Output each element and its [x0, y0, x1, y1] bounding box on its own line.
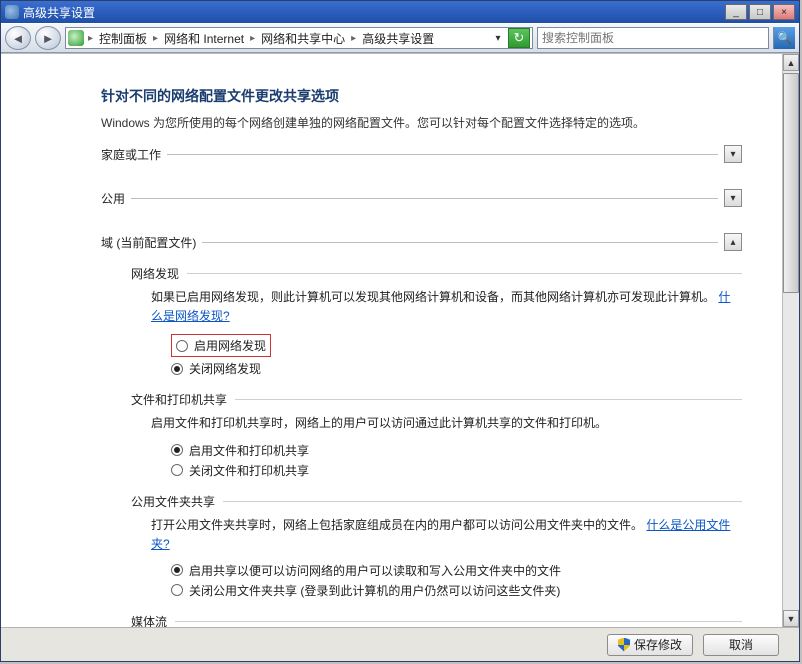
- subsection-public-folder: 公用文件夹共享: [131, 493, 742, 510]
- radio-enable-file-printer[interactable]: [171, 444, 183, 456]
- divider: [223, 501, 742, 502]
- window-frame: 高级共享设置 _ □ × ◄ ► ▸ 控制面板 ▸ 网络和 Internet ▸…: [0, 0, 800, 662]
- subsection-file-printer: 文件和打印机共享: [131, 391, 742, 408]
- radio-label: 启用文件和打印机共享: [189, 442, 309, 459]
- vertical-scrollbar[interactable]: ▲ ▼: [782, 54, 799, 627]
- network-discovery-desc: 如果已启用网络发现，则此计算机可以发现其他网络计算机和设备，而其他网络计算机亦可…: [151, 288, 742, 326]
- section-label: 家庭或工作: [101, 146, 161, 163]
- chevron-right-icon[interactable]: ▸: [248, 33, 257, 44]
- desc-text: 如果已启用网络发现，则此计算机可以发现其他网络计算机和设备，而其他网络计算机亦可…: [151, 290, 715, 304]
- divider: [175, 621, 742, 622]
- chevron-right-icon[interactable]: ▸: [349, 33, 358, 44]
- radio-enable-public-folder[interactable]: [171, 564, 183, 576]
- page-title: 针对不同的网络配置文件更改共享选项: [101, 86, 742, 106]
- section-home-work: 家庭或工作 ▾: [101, 145, 742, 163]
- radio-disable-public-folder[interactable]: [171, 584, 183, 596]
- collapse-button[interactable]: ▴: [724, 233, 742, 251]
- search-box[interactable]: [537, 27, 769, 49]
- radio-label: 关闭网络发现: [189, 360, 261, 377]
- save-button-label: 保存修改: [634, 636, 682, 653]
- divider: [167, 154, 718, 155]
- chevron-right-icon[interactable]: ▸: [151, 33, 160, 44]
- address-bar[interactable]: ▸ 控制面板 ▸ 网络和 Internet ▸ 网络和共享中心 ▸ 高级共享设置…: [65, 27, 533, 49]
- scroll-down-button[interactable]: ▼: [783, 610, 799, 627]
- section-domain: 域 (当前配置文件) ▴: [101, 233, 742, 251]
- radio-label: 关闭文件和打印机共享: [189, 462, 309, 479]
- forward-button[interactable]: ►: [35, 26, 61, 50]
- radio-enable-network-discovery[interactable]: [176, 340, 188, 352]
- search-input[interactable]: [538, 31, 768, 45]
- breadcrumb-2[interactable]: 网络和共享中心: [259, 30, 347, 47]
- network-discovery-options: 启用网络发现 关闭网络发现: [171, 334, 742, 377]
- domain-subsection: 网络发现 如果已启用网络发现，则此计算机可以发现其他网络计算机和设备，而其他网络…: [131, 265, 742, 627]
- title-bar: 高级共享设置 _ □ ×: [1, 1, 799, 23]
- section-label: 域 (当前配置文件): [101, 234, 196, 251]
- divider: [131, 198, 718, 199]
- scroll-track[interactable]: [783, 293, 799, 610]
- scroll-thumb[interactable]: [783, 73, 799, 293]
- address-dropdown[interactable]: ▾: [490, 28, 506, 48]
- divider: [202, 242, 718, 243]
- radio-disable-file-printer[interactable]: [171, 464, 183, 476]
- expand-button[interactable]: ▾: [724, 189, 742, 207]
- window-title: 高级共享设置: [23, 4, 723, 21]
- breadcrumb-1[interactable]: 网络和 Internet: [162, 30, 246, 47]
- scroll-up-button[interactable]: ▲: [783, 54, 799, 71]
- subsection-title: 媒体流: [131, 613, 167, 627]
- maximize-button[interactable]: □: [749, 4, 771, 20]
- radio-label: 启用共享以便可以访问网络的用户可以读取和写入公用文件夹中的文件: [189, 562, 561, 579]
- section-label: 公用: [101, 190, 125, 207]
- expand-button[interactable]: ▾: [724, 145, 742, 163]
- subsection-media: 媒体流: [131, 613, 742, 627]
- radio-label: 关闭公用文件夹共享 (登录到此计算机的用户仍然可以访问这些文件夹): [189, 582, 560, 599]
- file-printer-desc: 启用文件和打印机共享时，网络上的用户可以访问通过此计算机共享的文件和打印机。: [151, 414, 742, 433]
- section-public: 公用 ▾: [101, 189, 742, 207]
- content-area: 针对不同的网络配置文件更改共享选项 Windows 为您所使用的每个网络创建单独…: [1, 53, 799, 627]
- minimize-button[interactable]: _: [725, 4, 747, 20]
- network-icon: [68, 30, 84, 46]
- save-button[interactable]: 保存修改: [607, 634, 693, 656]
- divider: [235, 399, 742, 400]
- shield-icon: [618, 638, 630, 652]
- subsection-title: 网络发现: [131, 265, 179, 282]
- close-button[interactable]: ×: [773, 4, 795, 20]
- highlighted-option: 启用网络发现: [171, 334, 271, 357]
- settings-panel: 针对不同的网络配置文件更改共享选项 Windows 为您所使用的每个网络创建单独…: [1, 54, 782, 627]
- search-button[interactable]: 🔍: [773, 27, 795, 49]
- subsection-network-discovery: 网络发现: [131, 265, 742, 282]
- cancel-button-label: 取消: [729, 636, 753, 653]
- public-folder-options: 启用共享以便可以访问网络的用户可以读取和写入公用文件夹中的文件 关闭公用文件夹共…: [171, 562, 742, 599]
- radio-label: 启用网络发现: [194, 337, 266, 354]
- breadcrumb-0[interactable]: 控制面板: [97, 30, 149, 47]
- nav-bar: ◄ ► ▸ 控制面板 ▸ 网络和 Internet ▸ 网络和共享中心 ▸ 高级…: [1, 23, 799, 53]
- cancel-button[interactable]: 取消: [703, 634, 779, 656]
- refresh-button[interactable]: ↻: [508, 28, 530, 48]
- breadcrumb-3[interactable]: 高级共享设置: [360, 30, 436, 47]
- divider: [187, 273, 742, 274]
- app-icon: [5, 5, 19, 19]
- file-printer-options: 启用文件和打印机共享 关闭文件和打印机共享: [171, 442, 742, 479]
- action-bar: 保存修改 取消: [1, 627, 799, 661]
- desc-text: 打开公用文件夹共享时，网络上包括家庭组成员在内的用户都可以访问公用文件夹中的文件…: [151, 518, 643, 532]
- radio-disable-network-discovery[interactable]: [171, 363, 183, 375]
- chevron-right-icon[interactable]: ▸: [86, 33, 95, 44]
- subsection-title: 公用文件夹共享: [131, 493, 215, 510]
- back-button[interactable]: ◄: [5, 26, 31, 50]
- subsection-title: 文件和打印机共享: [131, 391, 227, 408]
- public-folder-desc: 打开公用文件夹共享时，网络上包括家庭组成员在内的用户都可以访问公用文件夹中的文件…: [151, 516, 742, 554]
- page-description: Windows 为您所使用的每个网络创建单独的网络配置文件。您可以针对每个配置文…: [101, 114, 742, 131]
